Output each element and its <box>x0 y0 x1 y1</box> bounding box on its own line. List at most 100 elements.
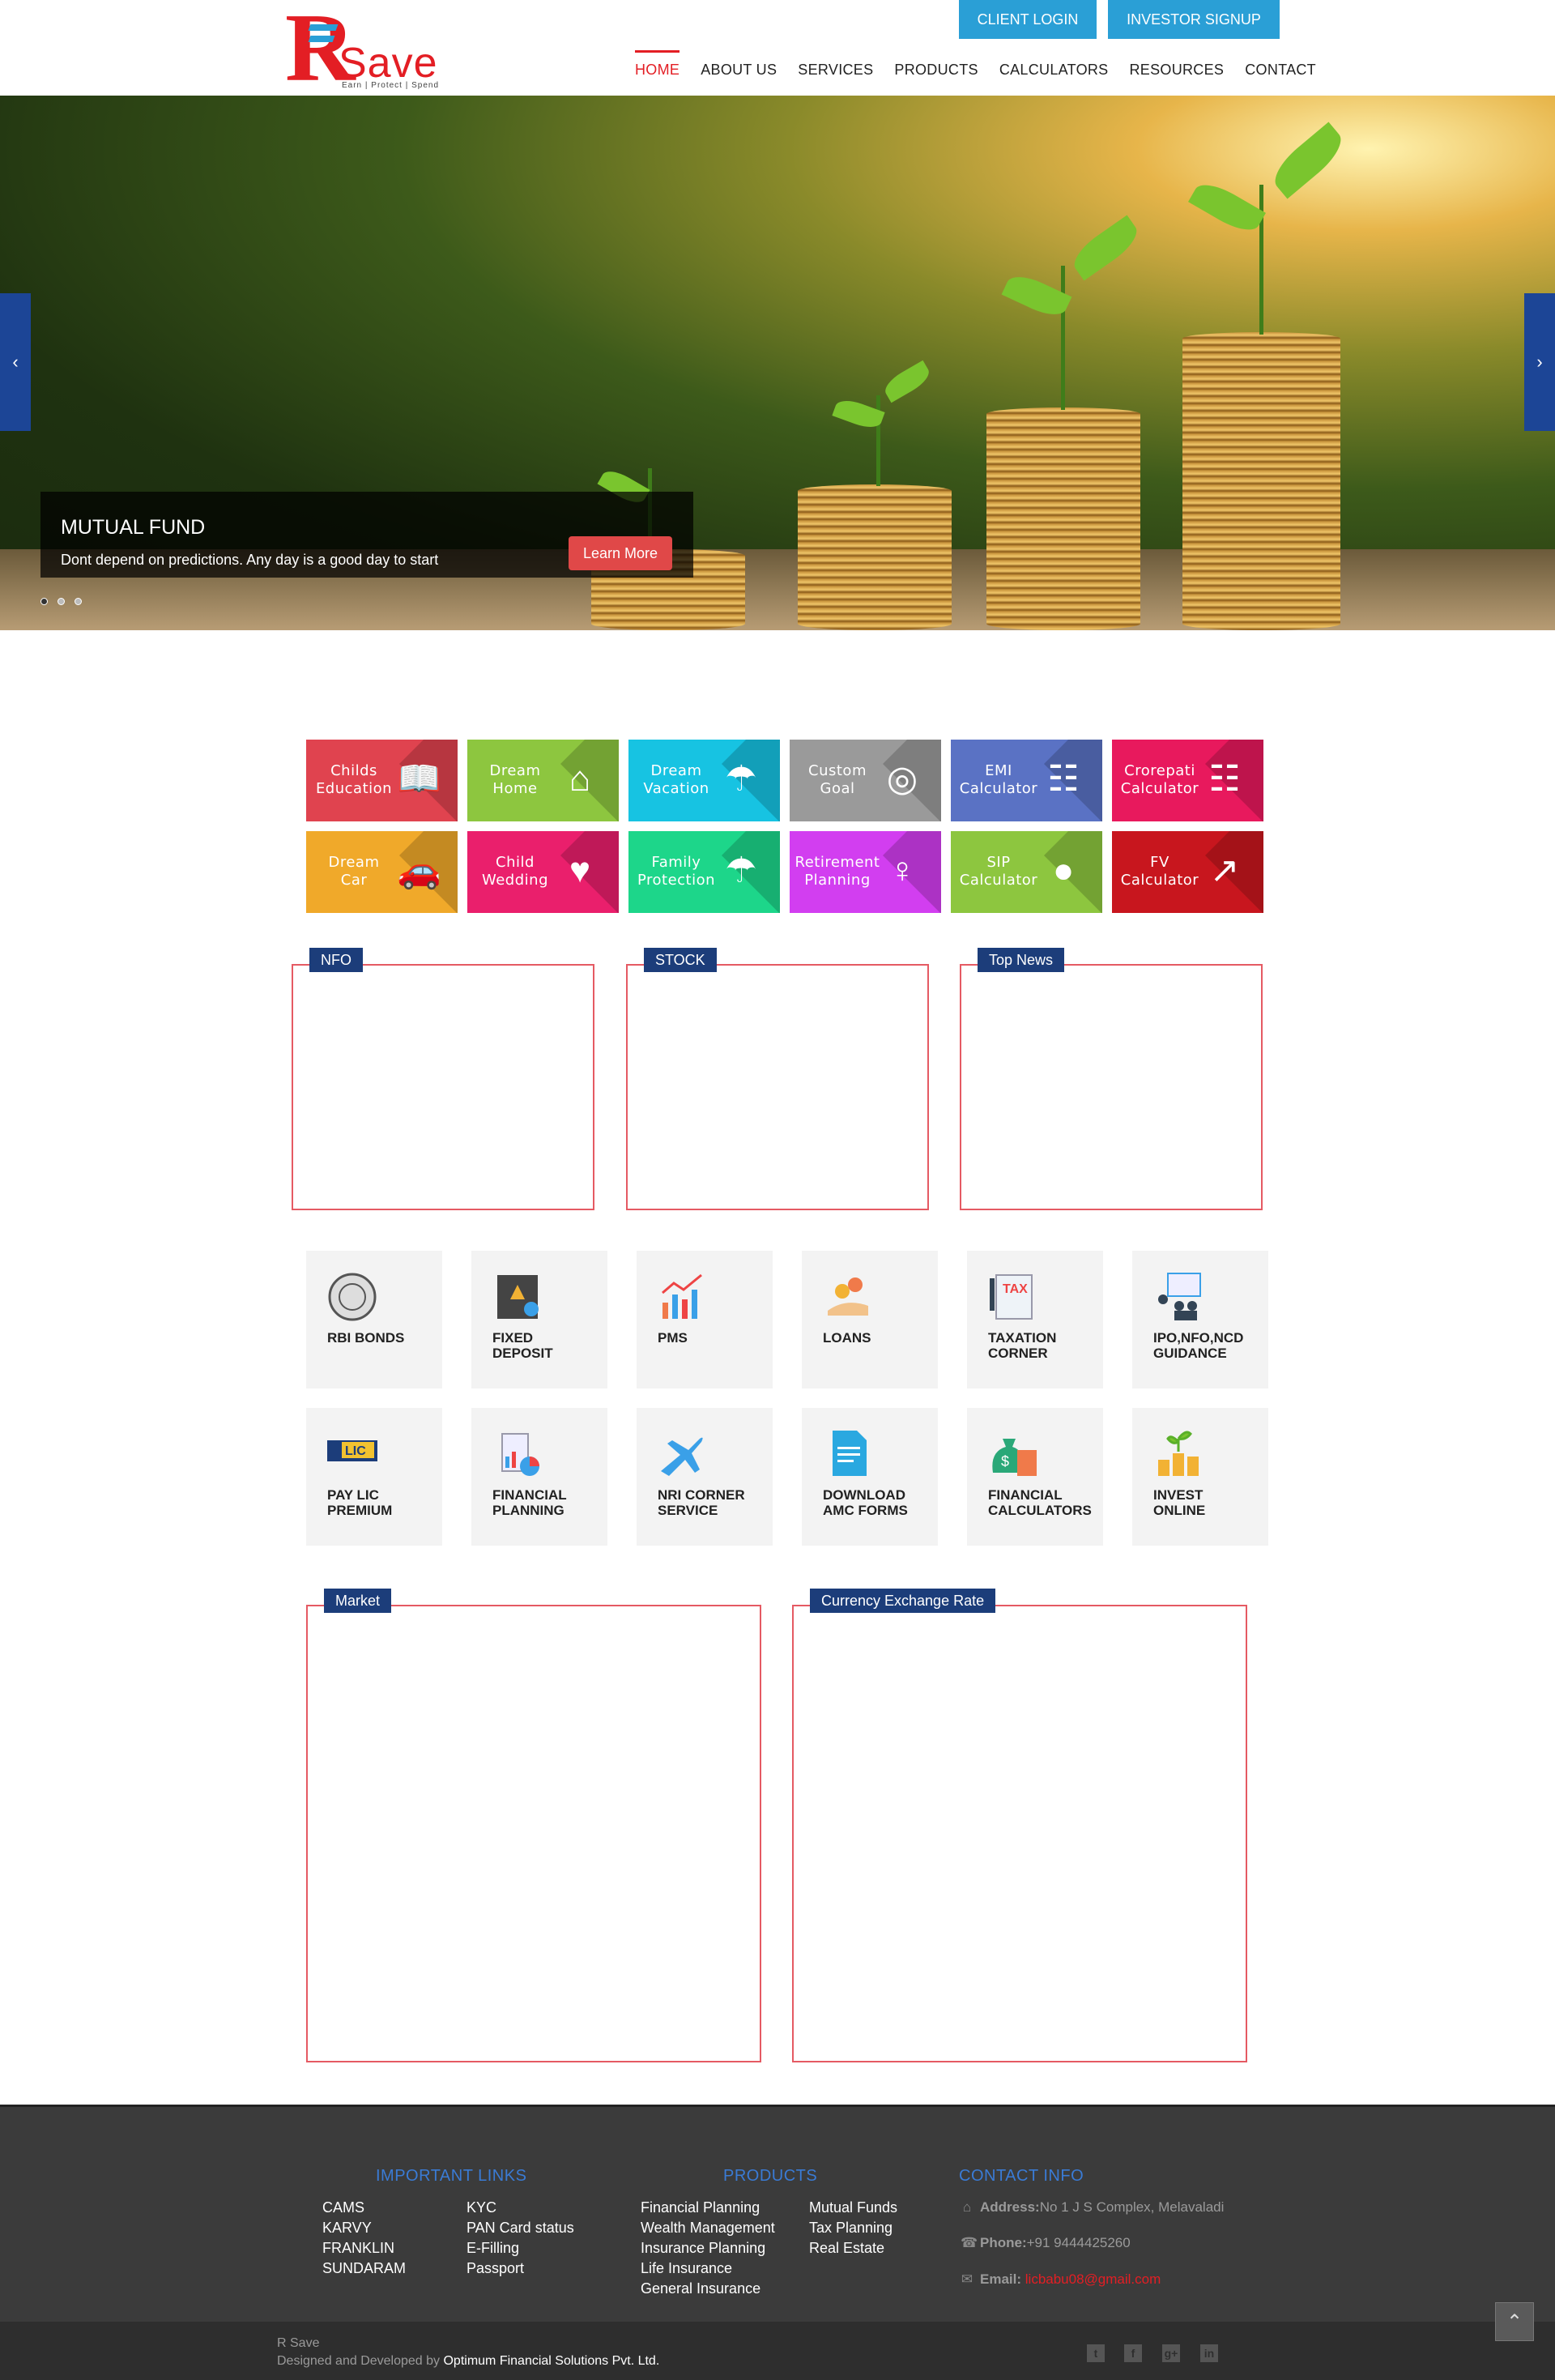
site-header: R Save Earn | Protect | Spend CLIENT LOG… <box>0 0 1555 96</box>
goal-tile-label-line: Calculator <box>959 780 1038 797</box>
service-label: TAXATION CORNER <box>988 1330 1101 1361</box>
svg-text:$: $ <box>1001 1453 1009 1469</box>
coin-stack <box>1182 332 1340 630</box>
footer-link[interactable]: Life Insurance <box>641 2260 732 2277</box>
panel-tab-currency[interactable]: Currency Exchange Rate <box>810 1589 996 1613</box>
goal-tile[interactable]: Child Wedding ♥ <box>467 831 619 913</box>
client-login-button[interactable]: CLIENT LOGIN <box>959 0 1097 39</box>
panel-tab-market[interactable]: Market <box>324 1589 392 1613</box>
service-card[interactable]: DOWNLOAD AMC FORMS <box>802 1408 938 1546</box>
service-card[interactable]: TAX TAXATION CORNER <box>967 1251 1103 1388</box>
logo-tagline: Earn | Protect | Spend <box>342 81 440 90</box>
goal-tile[interactable]: Crorepati Calculator ☷ <box>1112 740 1263 821</box>
goal-tile[interactable]: Dream Home ⌂ <box>467 740 619 821</box>
footer-link[interactable]: KYC <box>466 2199 496 2216</box>
email-link[interactable]: licbabu08@gmail.com <box>1025 2271 1161 2287</box>
goal-tile[interactable]: Dream Vacation ☂ <box>628 740 780 821</box>
service-label-line: DOWNLOAD <box>823 1487 905 1503</box>
goal-tile[interactable]: FV Calculator ↗ <box>1112 831 1263 913</box>
slider-dot[interactable] <box>58 598 65 605</box>
footer-link[interactable]: PAN Card status <box>466 2220 574 2237</box>
service-card[interactable]: FIXED DEPOSIT <box>471 1251 607 1388</box>
footer-link[interactable]: Passport <box>466 2260 524 2277</box>
slide-title: MUTUAL FUND <box>61 516 206 539</box>
slider-dot[interactable] <box>40 598 48 605</box>
service-card[interactable]: RBI BONDS <box>306 1251 442 1388</box>
goal-tile[interactable]: Custom Goal ◎ <box>790 740 941 821</box>
investor-signup-button[interactable]: INVESTOR SIGNUP <box>1108 0 1280 39</box>
service-label-line: SERVICE <box>658 1503 718 1518</box>
goal-tile-label-line: Crorepati <box>1124 762 1195 779</box>
goal-tile[interactable]: Family Protection ☂ <box>628 831 780 913</box>
service-label-line: FINANCIAL <box>988 1487 1063 1503</box>
car-icon: 🚗 <box>397 851 441 890</box>
slide-caption: MUTUAL FUND Dont depend on predictions. … <box>40 492 693 578</box>
service-card[interactable]: INVEST ONLINE <box>1132 1408 1268 1546</box>
goal-tile-label-line: Dream <box>328 854 380 871</box>
nav-about-us[interactable]: ABOUT US <box>701 50 777 91</box>
service-card[interactable]: $ FINANCIAL CALCULATORS <box>967 1408 1103 1546</box>
calculator-hand-icon: ☷ <box>1047 759 1080 799</box>
footer-link[interactable]: Financial Planning <box>641 2199 760 2216</box>
footer-link[interactable]: Real Estate <box>809 2240 884 2257</box>
chevron-right-icon[interactable]: › <box>1524 293 1555 431</box>
tax-icon: TAX <box>986 1270 1040 1324</box>
goal-tile[interactable]: SIP Calculator ● <box>951 831 1102 913</box>
chevron-up-icon[interactable]: ⌃ <box>1495 2302 1534 2341</box>
site-logo[interactable]: R Save Earn | Protect | Spend <box>285 0 455 96</box>
goal-tile-label-line: Child <box>496 854 535 871</box>
goal-tile-label: EMI Calculator <box>951 762 1046 798</box>
nav-resources[interactable]: RESOURCES <box>1129 50 1224 91</box>
linkedin-icon[interactable]: in <box>1200 2344 1218 2362</box>
nav-services[interactable]: SERVICES <box>798 50 873 91</box>
goal-tile[interactable]: Retirement Planning ♀ <box>790 831 941 913</box>
nav-products[interactable]: PRODUCTS <box>894 50 978 91</box>
nav-calculators[interactable]: CALCULATORS <box>999 50 1109 91</box>
panel-tab-stock[interactable]: STOCK <box>644 948 717 972</box>
goal-tile[interactable]: Childs Education 📖 <box>306 740 458 821</box>
footer-link[interactable]: KARVY <box>322 2220 372 2237</box>
service-label: LOANS <box>823 1330 936 1346</box>
footer-link[interactable]: E-Filling <box>466 2240 519 2257</box>
money-bag-calculator-icon: $ <box>986 1427 1040 1481</box>
service-label: IPO,NFO,NCD GUIDANCE <box>1153 1330 1267 1361</box>
coins-hand-icon <box>821 1270 875 1324</box>
footer-link[interactable]: FRANKLIN <box>322 2240 394 2257</box>
goal-tile-label: Dream Vacation <box>628 762 724 798</box>
goal-tile[interactable]: Dream Car 🚗 <box>306 831 458 913</box>
footer-link[interactable]: CAMS <box>322 2199 364 2216</box>
service-label-line: IPO,NFO,NCD <box>1153 1330 1244 1346</box>
service-label-line: PAY LIC <box>327 1487 379 1503</box>
nav-contact[interactable]: CONTACT <box>1245 50 1316 91</box>
panel-tab-top-news[interactable]: Top News <box>978 948 1065 972</box>
footer-link[interactable]: Wealth Management <box>641 2220 775 2237</box>
credit-prefix: Designed and Developed by <box>277 2354 441 2368</box>
footer-link[interactable]: Mutual Funds <box>809 2199 897 2216</box>
footer-link[interactable]: Tax Planning <box>809 2220 893 2237</box>
footer-link[interactable]: Insurance Planning <box>641 2240 765 2257</box>
hero-slider: ‹ › MUTUAL FUND Dont depend on predictio… <box>0 96 1555 630</box>
panel-tab-nfo[interactable]: NFO <box>309 948 363 972</box>
google-plus-icon[interactable]: g+ <box>1162 2344 1180 2362</box>
goal-tile-label: SIP Calculator <box>951 854 1046 889</box>
facebook-icon[interactable]: f <box>1124 2344 1142 2362</box>
service-card[interactable]: PMS <box>637 1251 773 1388</box>
learn-more-button[interactable]: Learn More <box>569 536 672 570</box>
credit-company-link[interactable]: Optimum Financial Solutions Pvt. Ltd. <box>443 2354 659 2368</box>
contact-email: ✉ Email: licbabu08@gmail.com <box>961 2271 1161 2288</box>
contact-phone: ☎ Phone:+91 9444425260 <box>961 2235 1131 2251</box>
chevron-left-icon[interactable]: ‹ <box>0 293 31 431</box>
slider-dot[interactable] <box>75 598 82 605</box>
service-card[interactable]: IPO,NFO,NCD GUIDANCE <box>1132 1251 1268 1388</box>
slider-dots <box>40 598 82 605</box>
nav-home[interactable]: HOME <box>635 50 680 91</box>
service-card[interactable]: LOANS <box>802 1251 938 1388</box>
footer-link[interactable]: General Insurance <box>641 2280 760 2297</box>
goal-tile[interactable]: EMI Calculator ☷ <box>951 740 1102 821</box>
service-card[interactable]: NRI CORNER SERVICE <box>637 1408 773 1546</box>
service-card[interactable]: LIC PAY LIC PREMIUM <box>306 1408 442 1546</box>
twitter-icon[interactable]: t <box>1087 2344 1105 2362</box>
plant-stem <box>1061 266 1065 410</box>
footer-link[interactable]: SUNDARAM <box>322 2260 406 2277</box>
service-card[interactable]: FINANCIAL PLANNING <box>471 1408 607 1546</box>
